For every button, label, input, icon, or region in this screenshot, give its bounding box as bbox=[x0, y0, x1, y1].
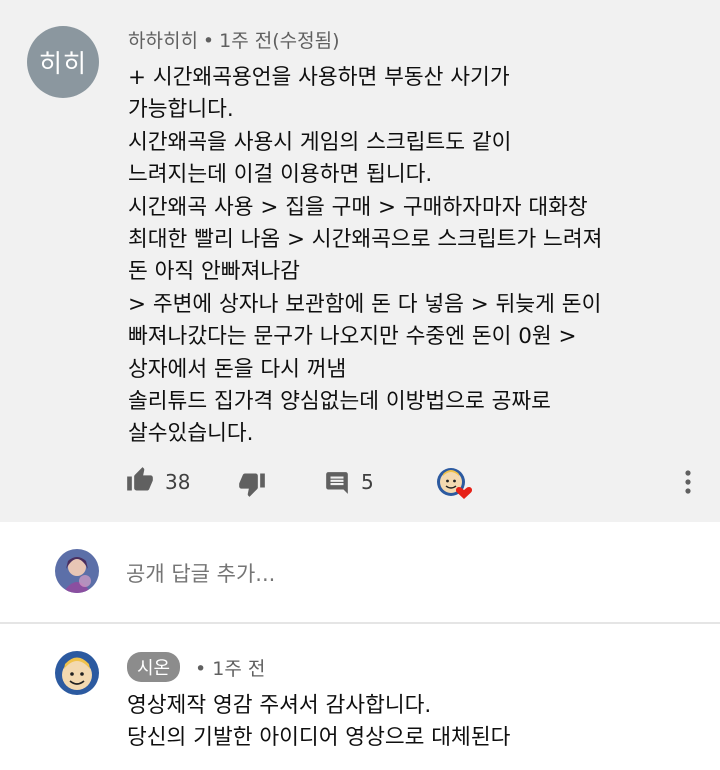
comment-meta: 하하히히 • 1주 전(수정됨) bbox=[128, 26, 340, 53]
comment-line: 가능합니다. bbox=[128, 97, 234, 123]
reply-line: 당신의 기발한 아이디어 영상으로 대체된다 bbox=[127, 725, 511, 751]
more-vert-icon bbox=[685, 470, 691, 494]
thumbs-down-icon bbox=[239, 473, 265, 497]
comment-line: 돈 아직 안빠져나감 bbox=[128, 259, 300, 285]
comment-line: 시간왜곡 사용 > 집을 구매 > 구매하자마자 대화창 bbox=[128, 194, 588, 220]
comment-line: 최대한 빨리 나옴 > 시간왜곡으로 스크립트가 느려져 bbox=[128, 227, 603, 253]
user-avatar bbox=[55, 549, 99, 593]
comment-line: 솔리튜드 집가격 양심없는데 이방법으로 공짜로 bbox=[128, 389, 551, 415]
top-comment: 히히 하하히히 • 1주 전(수정됨) + 시간왜곡용언을 사용하면 부동산 사기가… bbox=[0, 0, 720, 522]
comment-line: + 시간왜곡용언을 사용하면 부동산 사기가 bbox=[128, 65, 510, 90]
creator-heart-icon bbox=[437, 468, 473, 499]
avatar-text: 히히 bbox=[38, 49, 87, 78]
reply-comment: 시온 • 1주 전 영상제작 영감 주셔서 감사합니다. 당신의 기발한 아이디… bbox=[0, 624, 720, 770]
comment-line: 느려지는데 이걸 이용하면 됩니다. bbox=[128, 162, 433, 188]
comment-icon bbox=[326, 472, 348, 494]
user-avatar-image bbox=[55, 549, 99, 593]
reply-time: 1주 전 bbox=[212, 658, 266, 680]
comment-author[interactable]: 하하히히 bbox=[128, 30, 198, 52]
reply-input[interactable]: 공개 답글 추가... bbox=[126, 558, 275, 588]
reply-button[interactable] bbox=[324, 470, 350, 496]
author-avatar[interactable]: 히히 bbox=[27, 26, 99, 98]
meta-separator: • bbox=[202, 30, 215, 52]
reply-count: 5 bbox=[361, 470, 374, 494]
creator-heart bbox=[435, 466, 475, 502]
reply-author-avatar[interactable] bbox=[55, 651, 99, 695]
comment-line: 살수있습니다. bbox=[128, 421, 254, 447]
reply-line: 영상제작 영감 주셔서 감사합니다. bbox=[127, 693, 432, 718]
dislike-button[interactable] bbox=[238, 470, 266, 498]
add-reply-section: 공개 답글 추가... bbox=[0, 522, 720, 622]
reply-meta: • 1주 전 bbox=[195, 654, 265, 681]
comment-line: 상자에서 돈을 다시 꺼냄 bbox=[128, 356, 347, 382]
meta-separator: • bbox=[195, 658, 213, 680]
vault-boy-avatar-icon bbox=[55, 651, 99, 695]
like-count: 38 bbox=[165, 470, 191, 494]
comment-body: + 시간왜곡용언을 사용하면 부동산 사기가 가능합니다. 시간왜곡을 사용시 … bbox=[128, 62, 708, 451]
reply-author-chip[interactable]: 시온 bbox=[127, 652, 181, 682]
comment-line: 시간왜곡을 사용시 게임의 스크립트도 같이 bbox=[128, 129, 512, 155]
like-button[interactable] bbox=[126, 466, 154, 494]
more-button[interactable] bbox=[680, 468, 696, 496]
comment-line: 빠져나갔다는 문구가 나오지만 수중엔 돈이 0원 > bbox=[128, 324, 577, 350]
comment-time: 1주 전(수정됨) bbox=[219, 30, 340, 52]
comment-actions: 38 5 bbox=[0, 458, 720, 506]
reply-body: 영상제작 영감 주셔서 감사합니다. 당신의 기발한 아이디어 영상으로 대체된… bbox=[127, 690, 707, 755]
thumbs-up-icon bbox=[127, 467, 153, 491]
comment-line: > 주변에 상자나 보관함에 돈 다 넣음 > 뒤늦게 돈이 bbox=[128, 291, 602, 317]
